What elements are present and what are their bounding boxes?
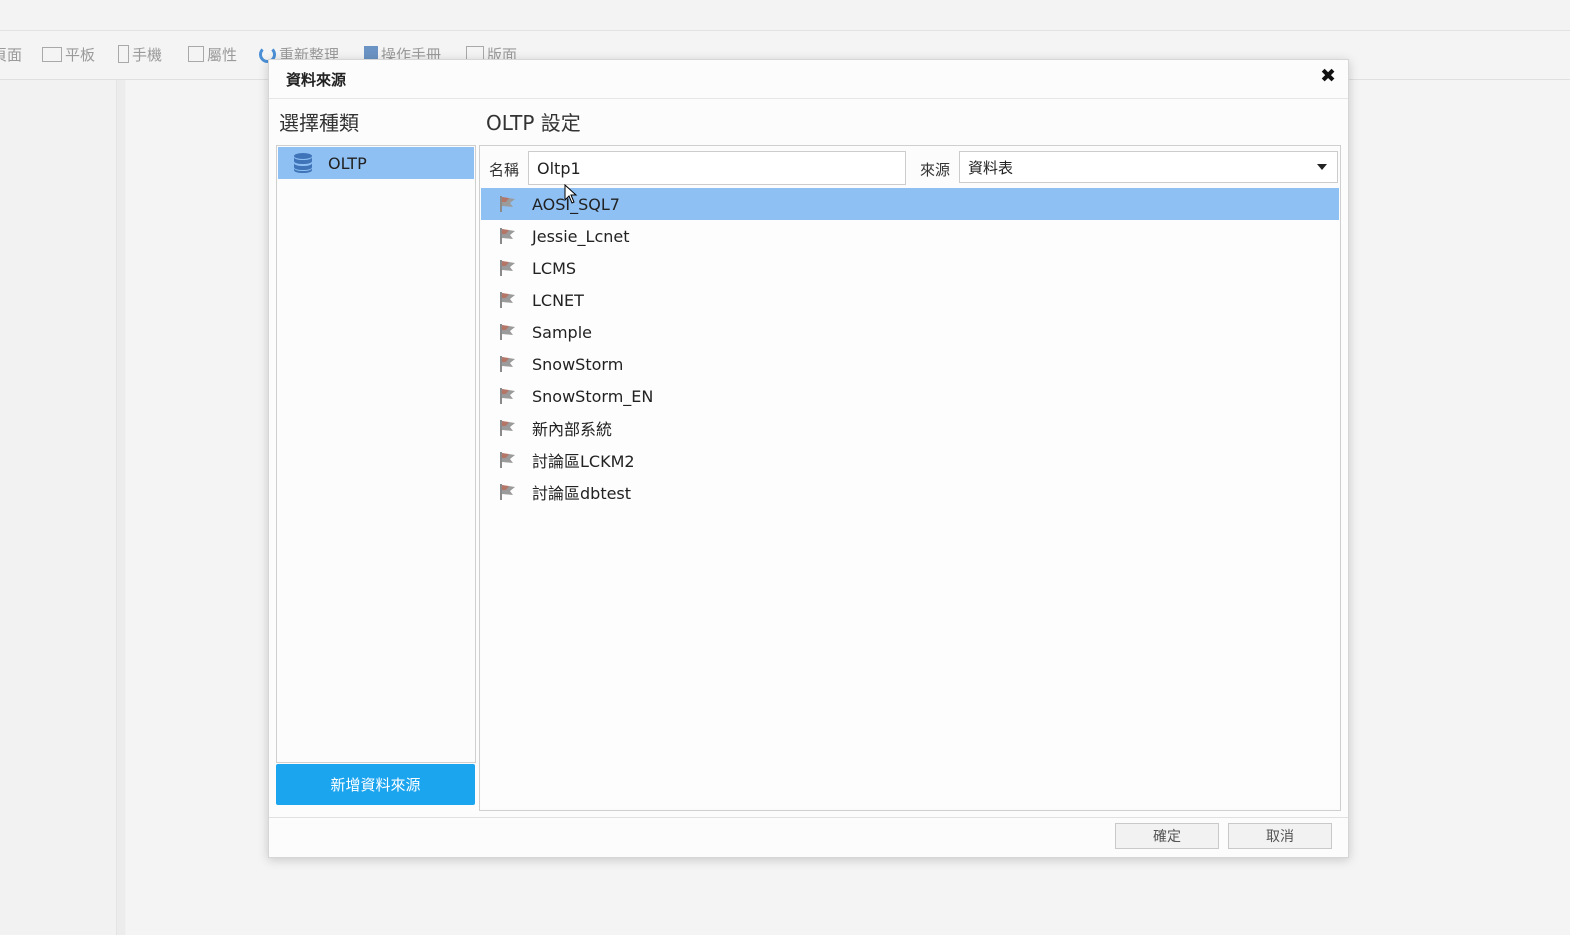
app-top-bar [0,0,1570,31]
type-list: OLTP [276,145,476,763]
connection-icon [500,292,515,308]
phone-icon [118,45,129,63]
type-item-label: OLTP [328,153,367,173]
connection-row[interactable]: AOSI_SQL7 [481,188,1339,220]
settings-heading: OLTP 設定 [486,111,581,135]
connection-icon [500,452,515,468]
connection-icon [500,388,515,404]
connection-icon [500,484,515,500]
dialog-footer-divider [269,817,1348,818]
dialog-title: 資料來源 [286,71,347,89]
tablet-icon [42,46,62,62]
connection-icon [500,356,515,372]
connection-row[interactable]: 討論區LCKM2 [481,444,1339,476]
connection-row-label: LCNET [532,290,584,310]
toolbar-page-button[interactable]: 頁面 [0,42,22,66]
toolbar-tablet-label: 平板 [65,45,96,64]
connection-row-label: 新內部系統 [532,420,613,439]
type-heading: 選擇種類 [279,111,359,135]
app-side-panel [0,80,117,935]
toolbar-properties-button[interactable]: 屬性 [188,42,237,66]
name-input[interactable] [528,151,906,185]
connection-icon [500,228,515,244]
connection-row-label: SnowStorm_EN [532,386,654,406]
mouse-cursor-icon [564,184,578,204]
connection-icon [500,420,515,436]
connection-icon [500,196,515,212]
toolbar-page-label: 頁面 [0,45,23,64]
connection-row[interactable]: 討論區dbtest [481,476,1339,508]
source-select-value: 資料表 [968,158,1014,177]
toolbar-phone-button[interactable]: 手機 [118,42,162,66]
connection-row-label: SnowStorm [532,354,624,374]
chevron-down-icon [1317,164,1327,170]
connection-icon [500,324,515,340]
connection-icon [500,260,515,276]
database-icon [294,153,312,173]
connection-row[interactable]: SnowStorm_EN [481,380,1339,412]
name-label: 名稱 [489,161,520,179]
connection-row-label: Sample [532,322,592,342]
ok-button[interactable]: 確定 [1115,823,1219,849]
toolbar-tablet-button[interactable]: 平板 [42,42,95,66]
source-label: 來源 [920,161,951,179]
add-data-source-button[interactable]: 新增資料來源 [276,764,475,805]
toolbar-properties-label: 屬性 [207,45,238,64]
connection-row[interactable]: Jessie_Lcnet [481,220,1339,252]
connection-row-label: LCMS [532,258,577,278]
toolbar-phone-label: 手機 [132,45,163,64]
app-splitter[interactable] [117,80,125,935]
connection-row[interactable]: 新內部系統 [481,412,1339,444]
connection-row-label: 討論區dbtest [532,484,632,503]
properties-icon [188,46,204,62]
connection-row[interactable]: SnowStorm [481,348,1339,380]
data-source-dialog: 資料來源 ✖ 選擇種類 OLTP 設定 OLTP 新增資料來源 名稱 來源 資料… [268,59,1349,858]
source-select[interactable]: 資料表 [959,151,1338,183]
connection-row[interactable]: LCMS [481,252,1339,284]
close-icon[interactable]: ✖ [1320,65,1336,87]
connection-row[interactable]: LCNET [481,284,1339,316]
connection-row-label: Jessie_Lcnet [532,226,630,246]
connection-row-label: 討論區LCKM2 [532,452,635,471]
connection-list: AOSI_SQL7 Jessie_Lcnet LCMS LCNET Sample Snow… [481,188,1339,808]
type-item-oltp[interactable]: OLTP [278,147,474,179]
dialog-header-divider [269,98,1348,99]
settings-panel: 名稱 來源 資料表 AOSI_SQL7 Jessie_Lcnet LCMS LCNET… [479,145,1341,811]
connection-row[interactable]: Sample [481,316,1339,348]
cancel-button[interactable]: 取消 [1228,823,1332,849]
